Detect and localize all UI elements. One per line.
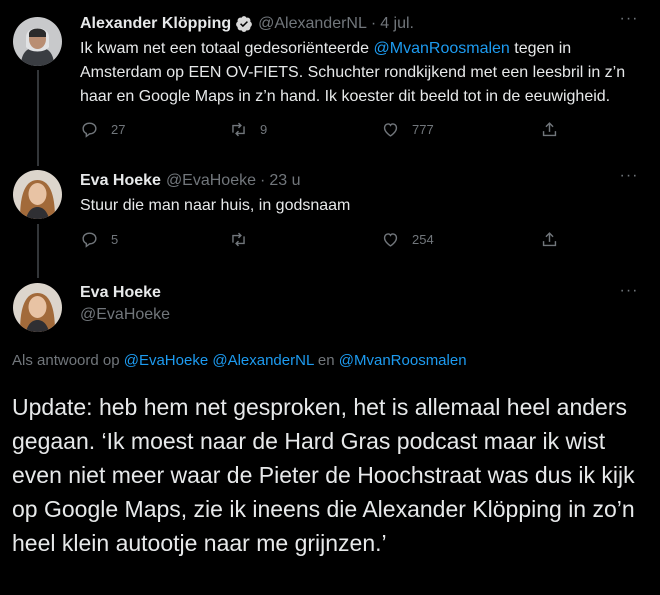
more-icon[interactable]: ··· [618,282,640,300]
separator-dot: · [260,172,266,189]
like-count: 777 [412,122,434,137]
mention-link[interactable]: @EvaHoeke [124,352,208,369]
thread-line [37,70,39,166]
avatar-image [13,170,62,219]
author-handle[interactable]: @AlexanderNL [258,15,367,33]
like-count: 254 [412,232,434,247]
share-button[interactable] [540,230,559,249]
author-handle[interactable]: @EvaHoeke [80,306,170,324]
author-name[interactable]: Eva Hoeke [80,172,161,190]
share-icon [542,232,557,247]
reply-count: 5 [111,232,119,247]
reply-count: 27 [111,122,126,137]
retweet-button[interactable] [229,230,248,249]
author-name[interactable]: Alexander Klöpping [80,15,231,33]
avatar-eva[interactable] [13,283,62,332]
share-icon [542,122,557,137]
mention-link[interactable]: @AlexanderNL [212,352,313,369]
author-name[interactable]: Eva Hoeke [80,284,161,302]
avatar-image [13,17,62,66]
like-button[interactable]: 777 [381,120,434,139]
thread-line [37,224,39,278]
separator-dot: · [370,15,377,32]
retweet-icon [232,232,245,247]
share-button[interactable] [540,120,559,139]
verified-icon [236,16,252,32]
replying-and: en [313,352,339,369]
replying-prefix: Als antwoord op [12,352,124,369]
timestamp[interactable]: 23 u [269,172,300,190]
replying-to: Als antwoord op @EvaHoeke @AlexanderNL e… [12,352,467,369]
reply-button[interactable]: 5 [80,230,118,249]
author-handle[interactable]: @EvaHoeke [166,172,256,190]
more-icon[interactable]: ··· [618,167,640,185]
reply-icon [82,232,97,248]
timestamp[interactable]: 4 jul. [380,15,414,33]
retweet-icon [232,122,245,137]
tweet-text: Stuur die man naar huis, in godsnaam [80,197,351,214]
more-icon[interactable]: ··· [618,10,640,28]
retweet-count: 9 [260,122,268,137]
retweet-button[interactable]: 9 [229,120,267,139]
mention-link[interactable]: @MvanRoosmalen [339,352,467,369]
avatar-eva[interactable] [13,170,62,219]
like-icon [383,123,398,137]
reply-icon [82,122,97,138]
main-tweet-text: Update: heb hem net gesproken, het is al… [12,394,635,556]
avatar-image [13,283,62,332]
like-icon [383,233,398,247]
mention-link[interactable]: @MvanRoosmalen [374,40,510,57]
like-button[interactable]: 254 [381,230,434,249]
avatar-alexander[interactable] [13,17,62,66]
tweet-text: Ik kwam net een totaal gedesoriënteerde … [80,37,640,109]
tweet-text-part: Ik kwam net een totaal gedesoriënteerde [80,40,374,57]
reply-button[interactable]: 27 [80,120,125,139]
